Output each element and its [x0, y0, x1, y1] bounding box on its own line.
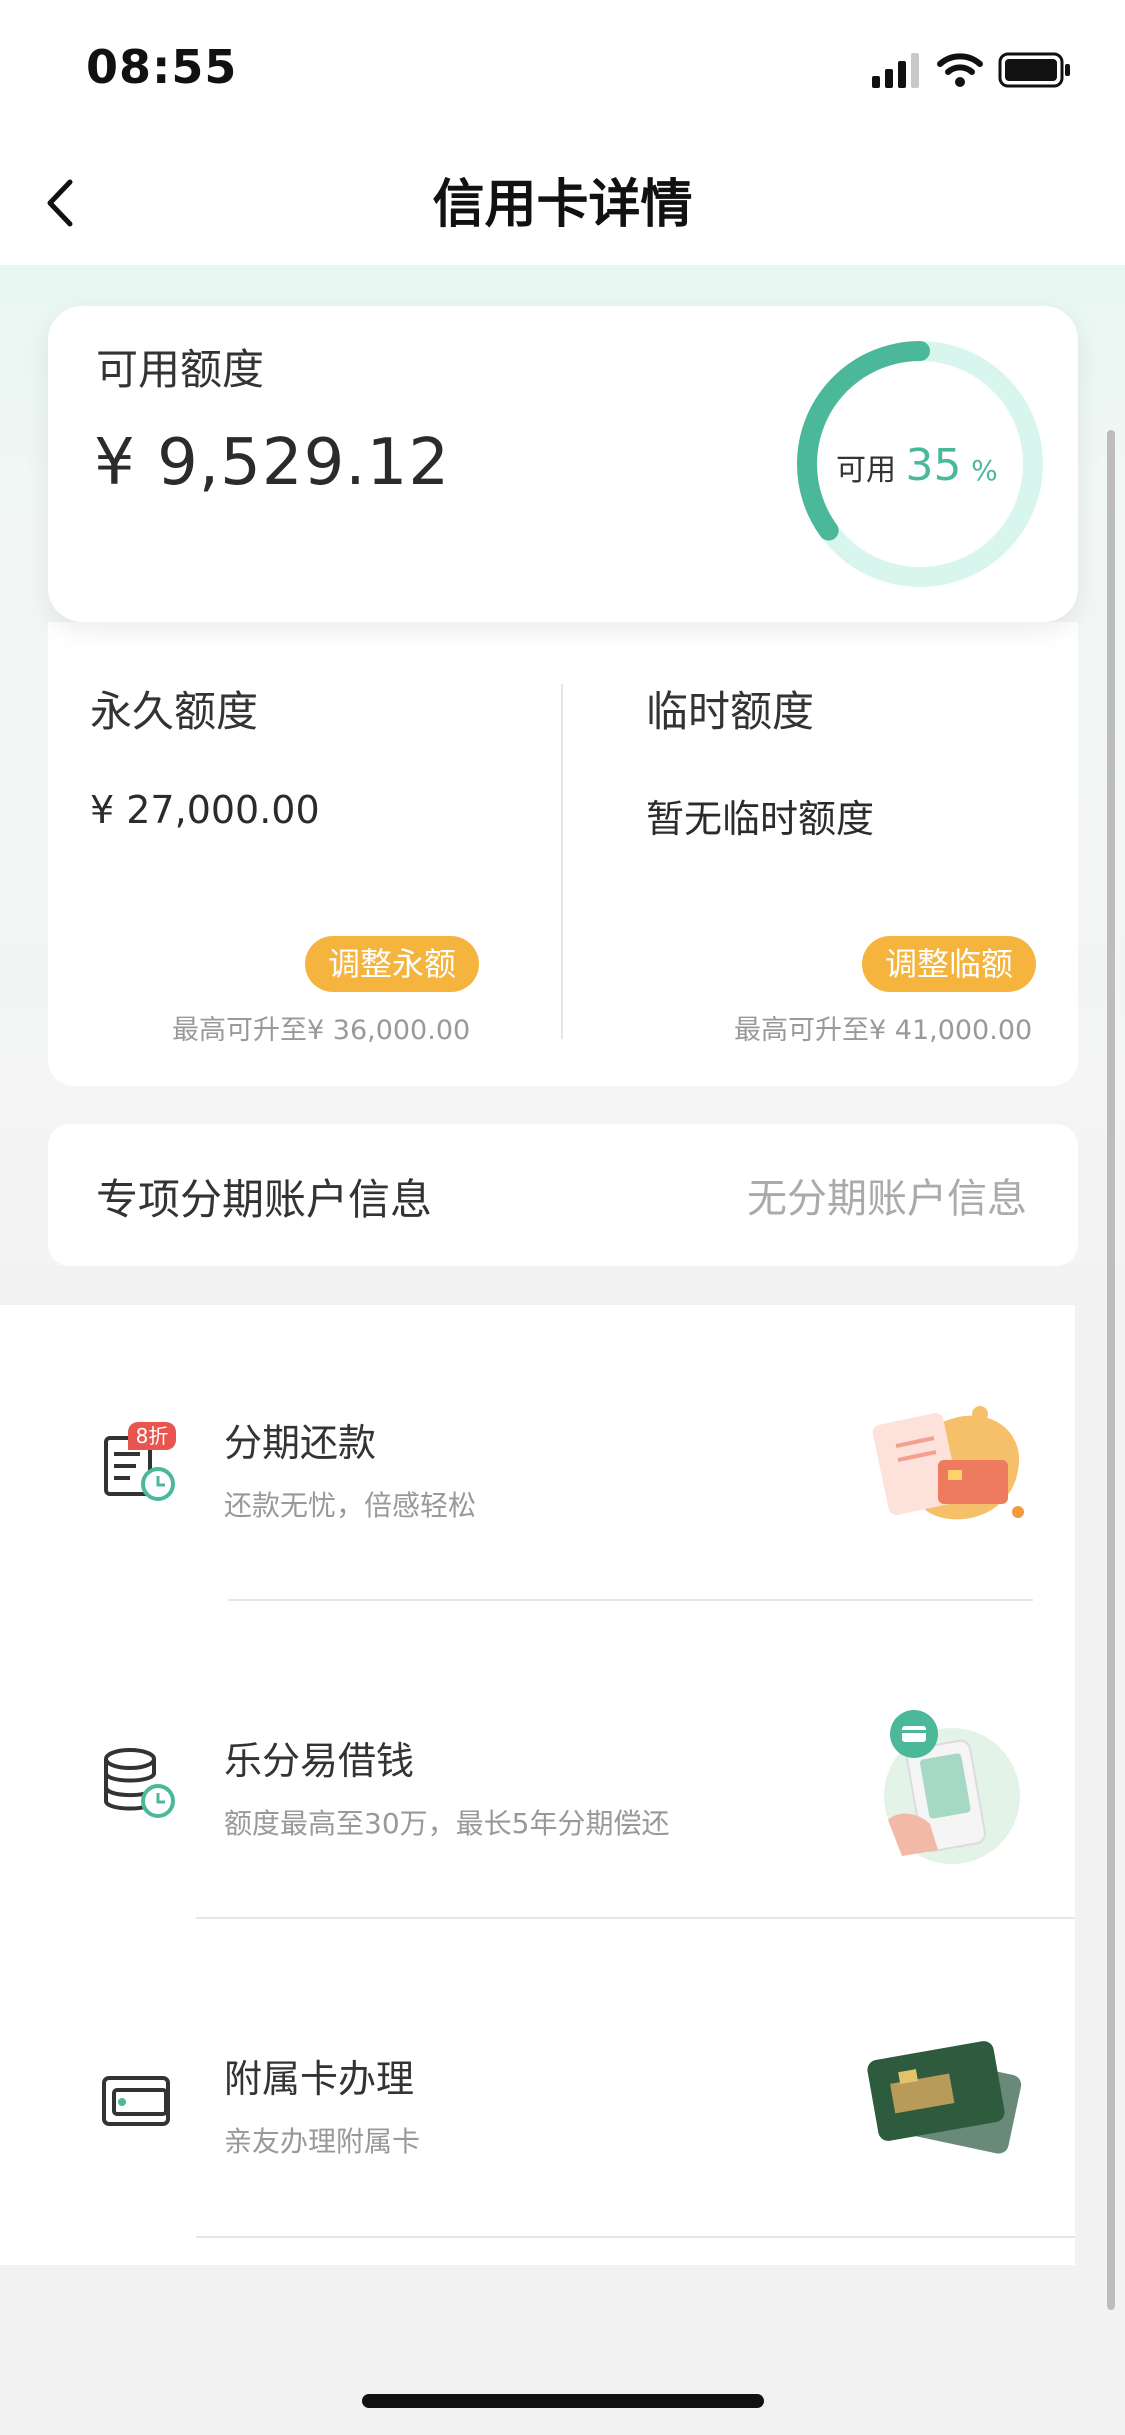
coin-stack-clock-icon	[104, 1748, 175, 1818]
limits-divider	[561, 684, 563, 1039]
discount-badge: 8折	[128, 1422, 176, 1450]
installment-account-label: 专项分期账户信息	[96, 1175, 433, 1224]
permanent-limit-value: ¥ 27,000.00	[90, 788, 320, 832]
service-subtitle: 还款无忧，倍感轻松	[224, 1489, 477, 1522]
signal-icon	[872, 53, 919, 88]
ring-percent-sign: %	[971, 454, 998, 487]
ring-label: 可用	[836, 453, 896, 488]
list-divider	[196, 1917, 1075, 1919]
available-ratio-text: 可用 35 %	[836, 440, 1016, 491]
wifi-icon	[937, 53, 983, 87]
card-icon	[102, 2076, 170, 2126]
scrollbar[interactable]	[1107, 430, 1115, 2310]
service-title: 分期还款	[224, 1421, 377, 1465]
adjust-permanent-button[interactable]: 调整永额	[305, 936, 479, 992]
temporary-limit-value: 暂无临时额度	[646, 797, 875, 841]
permanent-limit-note: 最高可升至¥ 36,000.00	[172, 1015, 471, 1046]
page-title: 信用卡详情	[432, 175, 693, 235]
home-indicator	[362, 2394, 764, 2408]
temporary-limit-title: 临时额度	[646, 687, 815, 736]
list-divider	[228, 1599, 1033, 1601]
phone-payment-illustration-icon	[884, 1710, 1020, 1864]
service-subtitle: 亲友办理附属卡	[224, 2125, 421, 2158]
available-credit-amount: ¥ 9,529.12	[94, 426, 451, 500]
status-time: 08:55	[86, 40, 238, 94]
installment-account-value: 无分期账户信息	[747, 1176, 1027, 1222]
available-credit-label: 可用额度	[96, 345, 265, 394]
temporary-limit-note: 最高可升至¥ 41,000.00	[734, 1015, 1033, 1046]
adjust-temporary-button[interactable]: 调整临额	[862, 936, 1036, 992]
list-divider	[196, 2236, 1075, 2238]
service-title: 乐分易借钱	[224, 1739, 415, 1783]
ring-percent: 35	[905, 440, 962, 491]
service-title: 附属卡办理	[224, 2057, 415, 2101]
bill-illustration-icon	[872, 1406, 1024, 1520]
battery-icon	[998, 52, 1070, 88]
bank-card-illustration-icon	[867, 2041, 1022, 2154]
service-subtitle: 额度最高至30万，最长5年分期偿还	[224, 1807, 670, 1840]
permanent-limit-title: 永久额度	[90, 687, 259, 736]
